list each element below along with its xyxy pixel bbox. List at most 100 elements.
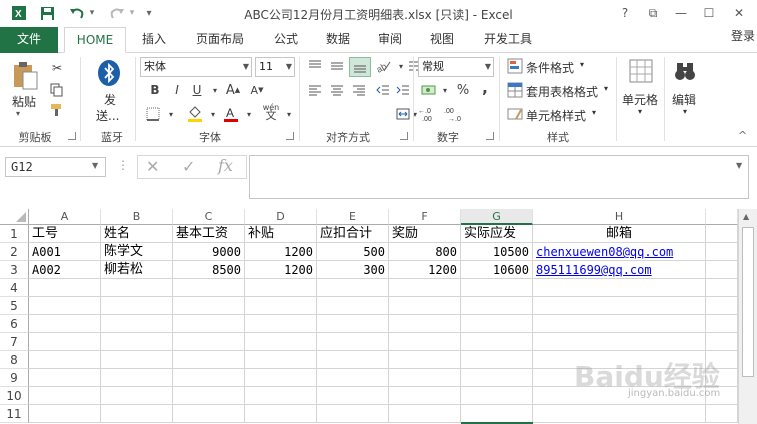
- empty-cell[interactable]: [706, 333, 738, 351]
- conditional-formatting-icon[interactable]: [506, 57, 524, 75]
- binoculars-icon[interactable]: [670, 57, 700, 85]
- decrease-decimal-icon[interactable]: .00 →.0: [444, 105, 466, 123]
- column-header-b[interactable]: B: [101, 209, 173, 225]
- empty-cell[interactable]: [245, 315, 317, 333]
- empty-cell[interactable]: [29, 369, 101, 387]
- cell-styles-button[interactable]: 单元格样式: [526, 107, 586, 124]
- bluetooth-send-label-line2[interactable]: 送...: [96, 107, 119, 124]
- cell-styles-icon[interactable]: [506, 105, 524, 123]
- empty-cell[interactable]: [101, 387, 173, 405]
- row-header-9[interactable]: 9: [0, 369, 29, 387]
- cancel-entry-button[interactable]: ✕: [146, 157, 159, 176]
- cell-b1[interactable]: 姓名: [101, 225, 173, 243]
- align-right-icon[interactable]: [350, 81, 368, 99]
- cell-e1[interactable]: 应扣合计: [317, 225, 389, 243]
- empty-cell[interactable]: [317, 279, 389, 297]
- cell-a3[interactable]: A002: [29, 261, 101, 279]
- empty-cell[interactable]: [533, 315, 706, 333]
- empty-cell[interactable]: [317, 333, 389, 351]
- empty-cell[interactable]: [173, 351, 245, 369]
- column-header-c[interactable]: C: [173, 209, 245, 225]
- empty-cell[interactable]: [101, 279, 173, 297]
- cell-f3[interactable]: 1200: [389, 261, 461, 279]
- editing-dropdown-icon[interactable]: ▾: [683, 107, 687, 116]
- empty-cell[interactable]: [101, 405, 173, 423]
- name-box[interactable]: G12: [5, 157, 106, 177]
- cell-f1[interactable]: 奖励: [389, 225, 461, 243]
- paste-button-label[interactable]: 粘贴: [12, 93, 36, 110]
- font-color-icon[interactable]: A: [222, 105, 240, 123]
- empty-cell[interactable]: [173, 405, 245, 423]
- cell-b3[interactable]: 柳若松: [101, 261, 173, 279]
- empty-cell[interactable]: [461, 387, 533, 405]
- editing-button[interactable]: 编辑: [672, 91, 696, 108]
- collapse-ribbon-icon[interactable]: ^: [738, 129, 747, 142]
- paste-icon[interactable]: [8, 59, 42, 93]
- underline-button[interactable]: U: [188, 81, 206, 99]
- font-color-dropdown-icon[interactable]: ▾: [240, 105, 258, 123]
- align-left-icon[interactable]: [306, 81, 324, 99]
- conditional-formatting-button[interactable]: 条件格式: [526, 59, 574, 76]
- empty-cell[interactable]: [245, 279, 317, 297]
- cell-h1[interactable]: 邮箱: [533, 225, 706, 243]
- empty-cell[interactable]: [29, 297, 101, 315]
- align-center-icon[interactable]: [328, 81, 346, 99]
- increase-decimal-icon[interactable]: ←.0.00: [418, 105, 440, 123]
- tab-insert[interactable]: 插入: [134, 27, 174, 53]
- empty-cell[interactable]: [29, 279, 101, 297]
- scroll-up-icon[interactable]: ▲: [743, 212, 749, 221]
- empty-cell[interactable]: [389, 315, 461, 333]
- empty-cell[interactable]: [101, 297, 173, 315]
- row-header-11[interactable]: 11: [0, 405, 29, 423]
- column-header-empty[interactable]: [706, 209, 738, 225]
- empty-cell[interactable]: [389, 333, 461, 351]
- increase-indent-icon[interactable]: [394, 81, 412, 99]
- empty-cell[interactable]: [173, 297, 245, 315]
- tab-developer[interactable]: 开发工具: [476, 27, 540, 53]
- cell-c3[interactable]: 8500: [173, 261, 245, 279]
- format-table-dropdown-icon[interactable]: ▾: [604, 84, 608, 93]
- insert-function-button[interactable]: fx: [218, 156, 233, 175]
- comma-style-button[interactable]: ,: [476, 79, 494, 97]
- empty-cell[interactable]: [245, 387, 317, 405]
- empty-cell[interactable]: [461, 297, 533, 315]
- empty-cell[interactable]: [317, 351, 389, 369]
- empty-cell[interactable]: [317, 297, 389, 315]
- empty-cell[interactable]: [389, 351, 461, 369]
- bluetooth-send-label-line1[interactable]: 发: [104, 91, 116, 108]
- borders-icon[interactable]: [144, 105, 162, 123]
- row-header-10[interactable]: 10: [0, 387, 29, 405]
- empty-cell[interactable]: [706, 279, 738, 297]
- cell-g1[interactable]: 实际应发: [461, 225, 533, 243]
- tab-home[interactable]: HOME: [64, 27, 126, 53]
- number-format-combo[interactable]: 常规 ▼: [418, 57, 494, 77]
- empty-cell[interactable]: [101, 369, 173, 387]
- tab-data[interactable]: 数据: [318, 27, 358, 53]
- tab-view[interactable]: 视图: [422, 27, 462, 53]
- name-box-dropdown-icon[interactable]: ▼: [92, 161, 98, 170]
- empty-cell[interactable]: [245, 297, 317, 315]
- percent-style-button[interactable]: %: [454, 81, 472, 99]
- cells-button[interactable]: 单元格: [622, 91, 658, 108]
- empty-cell[interactable]: [29, 387, 101, 405]
- empty-cell[interactable]: [173, 387, 245, 405]
- cells-dropdown-icon[interactable]: ▾: [638, 107, 642, 116]
- copy-icon[interactable]: [48, 81, 66, 99]
- format-as-table-icon[interactable]: [506, 81, 524, 99]
- paste-dropdown-icon[interactable]: ▾: [16, 109, 20, 118]
- empty-cell[interactable]: [461, 333, 533, 351]
- fill-color-icon[interactable]: [186, 105, 204, 123]
- tab-file[interactable]: 文件: [0, 27, 58, 53]
- row-header-1[interactable]: 1: [0, 225, 29, 243]
- align-top-icon[interactable]: [306, 57, 324, 75]
- cell-h3-email-link[interactable]: 895111699@qq.com: [533, 261, 706, 279]
- phonetic-dropdown-icon[interactable]: ▾: [280, 105, 298, 123]
- align-middle-icon[interactable]: [328, 57, 346, 75]
- phonetic-guide-icon[interactable]: wén 文: [262, 103, 280, 122]
- close-button[interactable]: ✕: [726, 2, 752, 24]
- empty-cell[interactable]: [101, 315, 173, 333]
- cell-styles-dropdown-icon[interactable]: ▾: [592, 108, 596, 117]
- empty-cell[interactable]: [706, 315, 738, 333]
- orientation-icon[interactable]: ab: [374, 57, 392, 75]
- empty-cell[interactable]: [29, 315, 101, 333]
